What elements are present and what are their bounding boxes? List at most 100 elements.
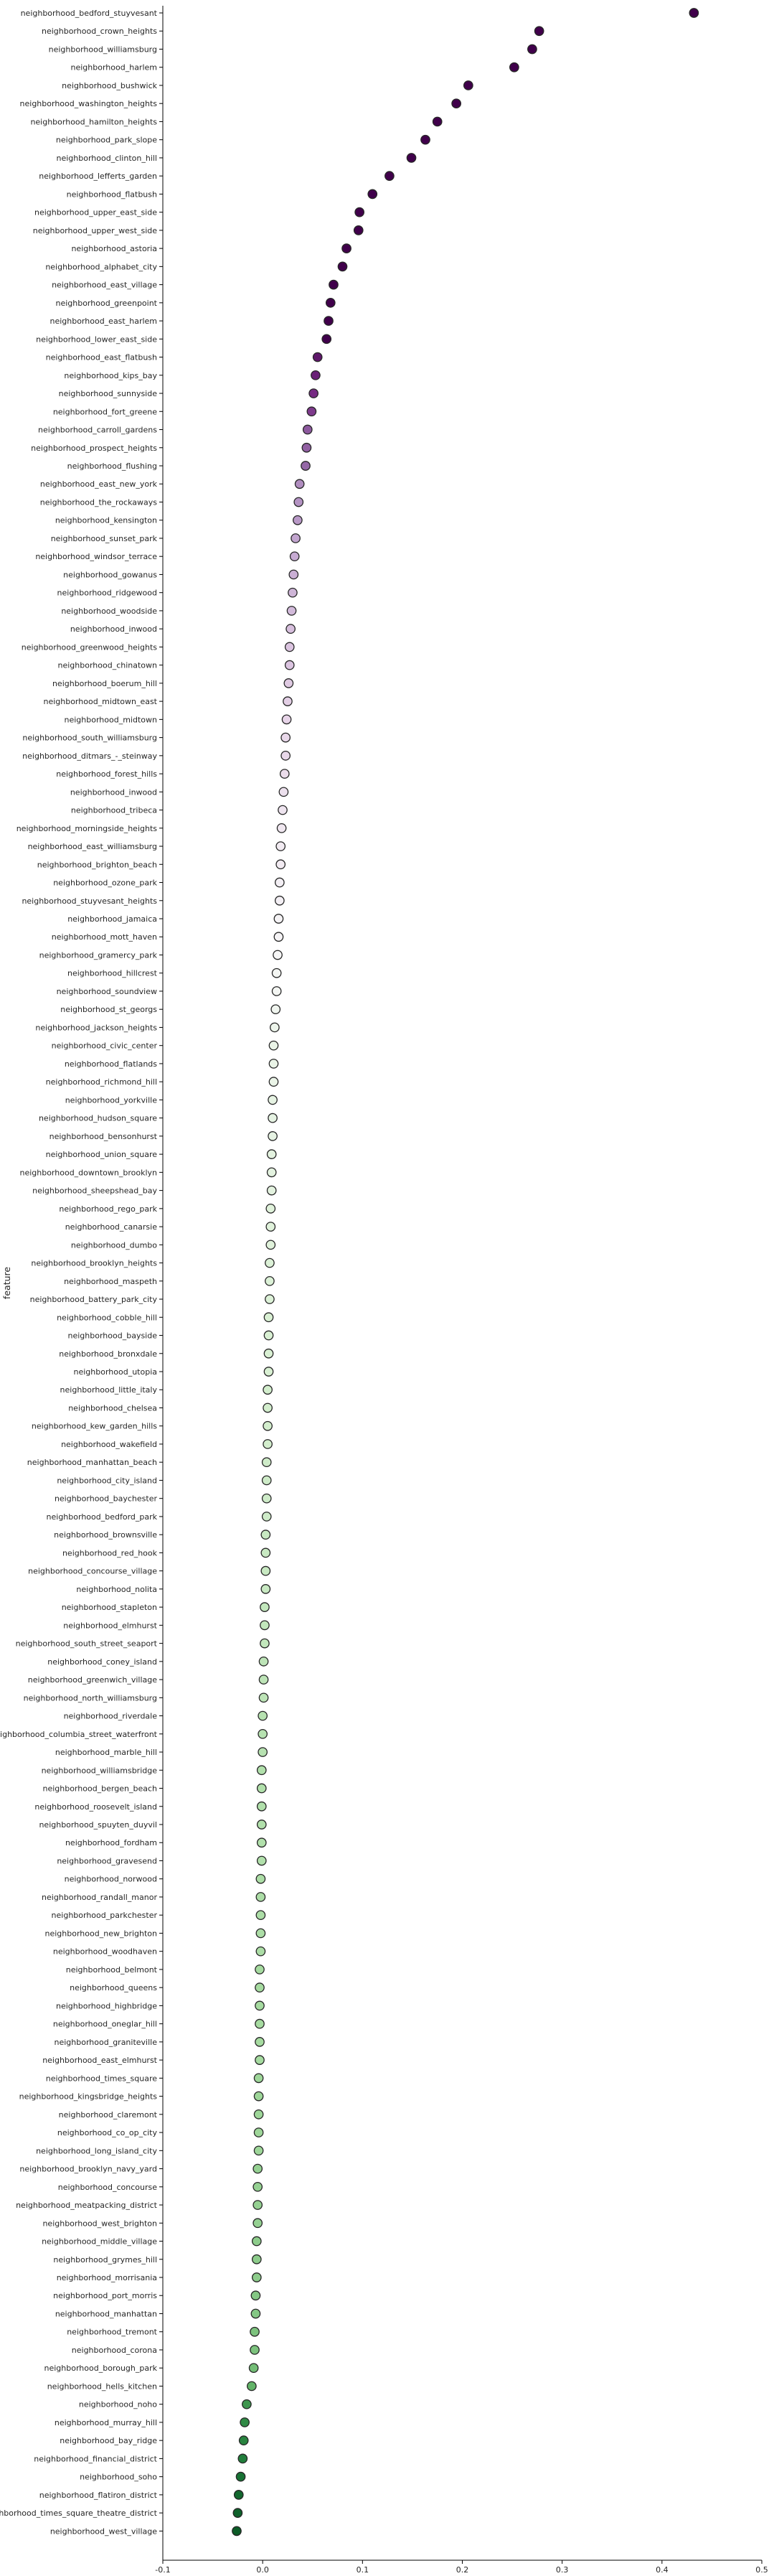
y-tick-label: neighborhood_lefferts_garden [39,172,157,181]
y-tick-label: neighborhood_flatbush [67,189,157,199]
y-tick-label: neighborhood_sunset_park [51,534,158,543]
y-tick-label: neighborhood_elmhurst [63,1621,157,1630]
y-axis-label: feature [1,1267,12,1299]
y-tick-label: neighborhood_brooklyn_navy_yard [19,2165,157,2174]
data-point [270,1004,281,1015]
data-point [263,1312,274,1323]
data-point [250,2290,261,2301]
y-tick-label: neighborhood_gowanus [63,570,157,579]
x-tick-label: 0.2 [456,2565,469,2575]
y-tick-label: neighborhood_city_island [57,1476,157,1485]
data-point [286,606,297,616]
data-point [253,2109,264,2120]
data-point [258,1728,268,1739]
y-tick-label: neighborhood_bay_ridge [60,2436,157,2445]
data-point [258,1656,269,1667]
y-tick-label: neighborhood_murray_hill [55,2418,157,2427]
y-tick-label: neighborhood_sunnyside [59,389,158,398]
data-point [261,1493,272,1504]
data-point [271,986,282,996]
y-tick-label: neighborhood_marble_hill [55,1748,157,1757]
data-point [255,1964,265,1975]
data-point [260,1565,271,1576]
data-point [248,2363,259,2374]
data-point [301,442,312,453]
data-point [261,1475,272,1486]
y-tick-label: neighborhood_wakefield [61,1440,157,1449]
y-tick-label: neighborhood_highbridge [56,2001,157,2010]
y-tick-label: neighborhood_fordham [65,1838,157,1847]
y-tick-label: neighborhood_harlem [71,63,157,72]
x-tick-label: 0.0 [256,2565,269,2575]
y-tick-label: neighborhood_brownsville [54,1530,157,1540]
data-point [260,1602,270,1612]
y-tick-label: neighborhood_times_square_theatre_distri… [0,2509,158,2518]
data-point [285,624,296,634]
y-tick-label: neighborhood_clinton_hill [57,154,158,163]
y-tick-label: neighborhood_inwood [70,787,157,797]
data-point [293,497,304,507]
y-tick-label: neighborhood_riverdale [64,1712,158,1721]
y-tick-label: neighborhood_ozone_park [53,879,157,888]
y-tick-label: neighborhood_jamaica [67,914,157,924]
y-tick-label: neighborhood_red_hook [62,1548,158,1558]
data-point [255,2018,265,2029]
data-point [266,1185,277,1196]
data-point [311,370,321,380]
y-tick-label: neighborhood_randall_manor [42,1893,157,1902]
data-point [256,1801,267,1812]
data-point [268,1131,278,1141]
data-point [289,551,300,562]
data-point [263,1439,273,1449]
x-tick-label: 0.3 [556,2565,569,2575]
data-point [284,660,295,670]
data-point [250,2308,261,2319]
data-point [251,2272,262,2282]
y-tick-label: neighborhood_crown_heights [42,27,157,36]
data-point [420,134,430,145]
y-tick-label: neighborhood_bedford_park [47,1512,158,1522]
y-tick-label: neighborhood_chelsea [68,1403,157,1413]
y-tick-label: neighborhood_williamsbridge [42,1766,158,1775]
data-point [278,787,289,797]
y-tick-label: neighborhood_concourse [58,2183,157,2192]
y-tick-label: neighborhood_west_village [50,2526,157,2536]
y-tick-label: neighborhood_inwood [70,624,157,634]
data-point [308,388,318,398]
y-tick-label: neighborhood_hudson_square [39,1114,157,1123]
x-tick-label: -0.1 [155,2565,170,2575]
y-tick-label: neighborhood_upper_west_side [33,226,158,235]
data-point [255,1982,265,1993]
data-point [255,1873,266,1884]
data-point [266,1167,277,1178]
y-tick-label: neighborhood_ridgewood [57,589,157,598]
y-tick-label: neighborhood_woodside [61,606,157,616]
data-point [256,1855,267,1866]
data-point [265,1222,276,1232]
y-tick-label: neighborhood_greenwich_village [28,1675,157,1685]
y-tick-label: neighborhood_little_italy [60,1385,158,1395]
data-point [432,116,443,127]
y-tick-label: neighborhood_midtown [65,715,157,724]
y-tick-label: neighborhood_rego_park [59,1204,157,1214]
y-tick-label: neighborhood_canarsie [65,1222,158,1232]
y-tick-label: neighborhood_flatlands [65,1059,157,1069]
data-point [250,2345,260,2355]
y-tick-label: neighborhood_flushing [67,462,157,471]
data-point [253,2073,264,2084]
y-tick-label: neighborhood_co_op_city [57,2128,158,2137]
data-point [337,261,348,272]
y-tick-label: neighborhood_soundview [57,987,157,996]
y-tick-label: neighborhood_coney_island [47,1657,157,1667]
y-tick-label: neighborhood_east_village [52,281,157,290]
data-point [302,424,313,435]
y-tick-label: neighborhood_long_island_city [36,2146,157,2155]
data-point [406,153,417,163]
y-tick-label: neighborhood_kew_garden_hills [32,1422,157,1431]
data-point [354,207,365,217]
data-point [261,1512,272,1522]
y-tick-label: neighborhood_east_harlem [49,317,157,326]
y-tick-label: neighborhood_stuyvesant_heights [22,896,157,906]
y-tick-label: neighborhood_bayside [68,1331,158,1341]
data-point [255,1892,266,1902]
